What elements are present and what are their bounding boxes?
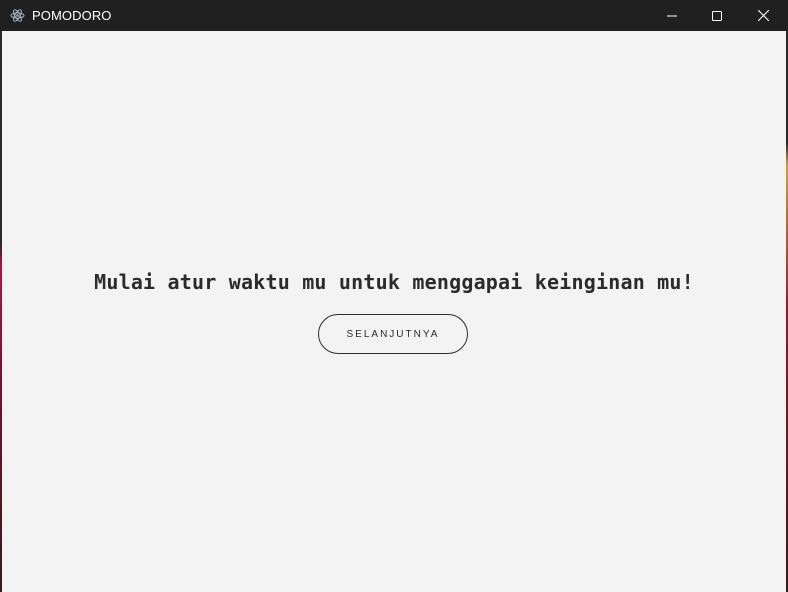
close-icon (757, 10, 769, 21)
electron-atom-icon (10, 8, 25, 23)
minimize-icon (667, 11, 677, 21)
maximize-button[interactable] (694, 0, 740, 31)
main-content: Mulai atur waktu mu untuk menggapai kein… (2, 31, 786, 592)
minimize-button[interactable] (649, 0, 695, 31)
welcome-headline: Mulai atur waktu mu untuk menggapai kein… (94, 270, 694, 294)
app-window: POMODORO Mulai atur waktu mu untuk mengg… (0, 0, 788, 592)
next-button[interactable]: SELANJUTNYA (318, 314, 468, 354)
title-bar[interactable]: POMODORO (0, 0, 788, 31)
window-title: POMODORO (32, 8, 112, 23)
maximize-icon (712, 10, 722, 21)
close-button[interactable] (740, 0, 786, 31)
